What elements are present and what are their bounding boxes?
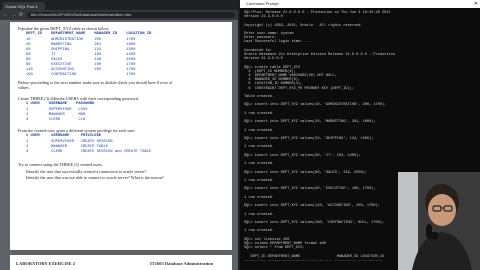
close-icon[interactable]: ✕ bbox=[474, 0, 478, 8]
terminal-line: SQL> insert into DEPT_XYZ values(90, 'EX… bbox=[244, 187, 376, 192]
webcam-overlay bbox=[398, 172, 480, 270]
terminal-line: 6 CONSTRAINT DEPT_XYZ_PK PRIMARY KEY (DE… bbox=[244, 86, 354, 91]
table1-row: 90 EXECUTIVE 100 1700 bbox=[26, 62, 136, 67]
table2-row: 3 CLERK CLK bbox=[26, 117, 86, 122]
table1-row: 80 SALES 149 2500 bbox=[26, 57, 136, 62]
table2-row: 2 MANAGER MGR bbox=[26, 112, 86, 117]
url-field[interactable]: file:///Users/5422P4900/Db/Database/Admi… bbox=[27, 12, 235, 18]
terminal-line: 1 row created. bbox=[244, 162, 275, 167]
terminal-line: ---------- -----------------------------… bbox=[244, 258, 383, 263]
document-page: Populate the given DEPT_XYZ table as sho… bbox=[10, 22, 232, 250]
item-2-text: Create THREE (3) different USERS with th… bbox=[18, 96, 139, 101]
terminal-line: 1 row created. bbox=[244, 229, 275, 234]
terminal-line: SQL> insert into DEPT_XYZ values(50, 'SH… bbox=[244, 137, 374, 141]
table1-row: 190 CONTRACTING 1700 bbox=[26, 72, 136, 77]
table1-row: 20 MARKETING 201 1800 bbox=[26, 42, 136, 47]
terminal-line: Table created. bbox=[244, 95, 275, 99]
table1-row: 10 ADMINISTRATION 200 1700 bbox=[26, 37, 136, 42]
table1-row: 60 IT 103 1400 bbox=[26, 52, 136, 57]
table2-header: # USER USERNAME PASSWORD bbox=[26, 102, 95, 106]
terminal-line: SQL> select * from DEPT_XYZ; bbox=[244, 246, 305, 251]
person-avatar-icon bbox=[398, 172, 480, 270]
table3-row: 2 MANAGER CREATE TABLE bbox=[26, 144, 109, 149]
table3-header: # USER USERNAME PRIVILEGE bbox=[26, 134, 102, 138]
forward-icon[interactable]: → bbox=[11, 12, 16, 18]
item-1-text: Populate the given DEPT_XYZ table as sho… bbox=[18, 26, 110, 31]
table1-row: 110 ACCOUNTING 205 1700 bbox=[26, 67, 136, 72]
terminal-line: SQL> insert into DEPT_XYZ values(80, 'SA… bbox=[244, 170, 367, 175]
terminal-line: 1 row created. bbox=[244, 145, 275, 150]
item-4b-text: Identify the user that was not able to c… bbox=[26, 175, 164, 180]
browser-window: Oracle SQL Part 4 ← → ⟳ file:///Users/54… bbox=[0, 0, 238, 270]
footer-left: LABORATORY EXERCISE 2 bbox=[16, 261, 76, 266]
note-text: Before proceeding to the next number mak… bbox=[18, 80, 173, 85]
table1-row: 50 SHIPPING 124 1500 bbox=[26, 47, 136, 52]
terminal-line: SQL> insert into DEPT_XYZ values(20, 'MA… bbox=[244, 120, 376, 125]
terminal-line: Version 21.3.0.0.0 bbox=[244, 57, 283, 62]
item-3-text: From the created user, grant a different… bbox=[18, 128, 136, 133]
terminal-line: 1 row created. bbox=[244, 179, 275, 183]
terminal-line: SQL> insert into DEPT_XYZ values(10, 'AD… bbox=[244, 103, 387, 108]
terminal-title: Command Prompt bbox=[246, 1, 279, 6]
item-4a-text: Identify the user that successfully crea… bbox=[26, 169, 147, 174]
table2-row: 1 SUPERVISOR LSVV bbox=[26, 107, 88, 112]
terminal-line: Version 21.3.0.0.0 bbox=[244, 15, 283, 20]
document-page-2: LABORATORY EXERCISE 2 IT1603 Database Ad… bbox=[10, 255, 232, 270]
note-text-cont: values. bbox=[18, 85, 30, 90]
terminal-title-bar: Command Prompt ✕ bbox=[240, 0, 480, 8]
terminal-line: SQL> insert into DEPT_XYZ values(190, 'C… bbox=[244, 221, 385, 225]
table1-header: DEPT_ID DEPARTMENT_NAME MANAGER_ID LOCAT… bbox=[26, 32, 152, 36]
table3-row: 1 SUPERVISOR CREATE SESSION bbox=[26, 139, 113, 144]
terminal-line: 1 row created. bbox=[244, 195, 275, 200]
terminal-line: SQL> insert into DEPT_XYZ values(110, 'A… bbox=[244, 204, 380, 209]
back-icon[interactable]: ← bbox=[3, 12, 8, 18]
terminal-line: 1 row created. bbox=[244, 111, 275, 116]
terminal-line: Copyright (c) 1982, 2021, Oracle. All ri… bbox=[244, 23, 363, 28]
browser-tab[interactable]: Oracle SQL Part 4 bbox=[2, 2, 45, 10]
terminal-line: 1 row created. bbox=[244, 128, 275, 133]
footer-right: IT1603 Database Administration bbox=[150, 261, 214, 266]
address-bar: ← → ⟳ file:///Users/5422P4900/Db/Databas… bbox=[0, 10, 238, 20]
reload-icon[interactable]: ⟳ bbox=[19, 12, 24, 18]
item-4-text: Try to connect using the THREE (3) creat… bbox=[18, 162, 103, 167]
tab-bar: Oracle SQL Part 4 bbox=[0, 0, 238, 10]
terminal-line: SQL> insert into DEPT_XYZ values(60, 'IT… bbox=[244, 153, 361, 158]
terminal-line: Last Successful login time: ... bbox=[244, 40, 311, 45]
terminal-line: 1 row created. bbox=[244, 212, 275, 217]
table3-row: 3 CLERK CREATE SESSION and CREATE TABLE bbox=[26, 149, 152, 154]
